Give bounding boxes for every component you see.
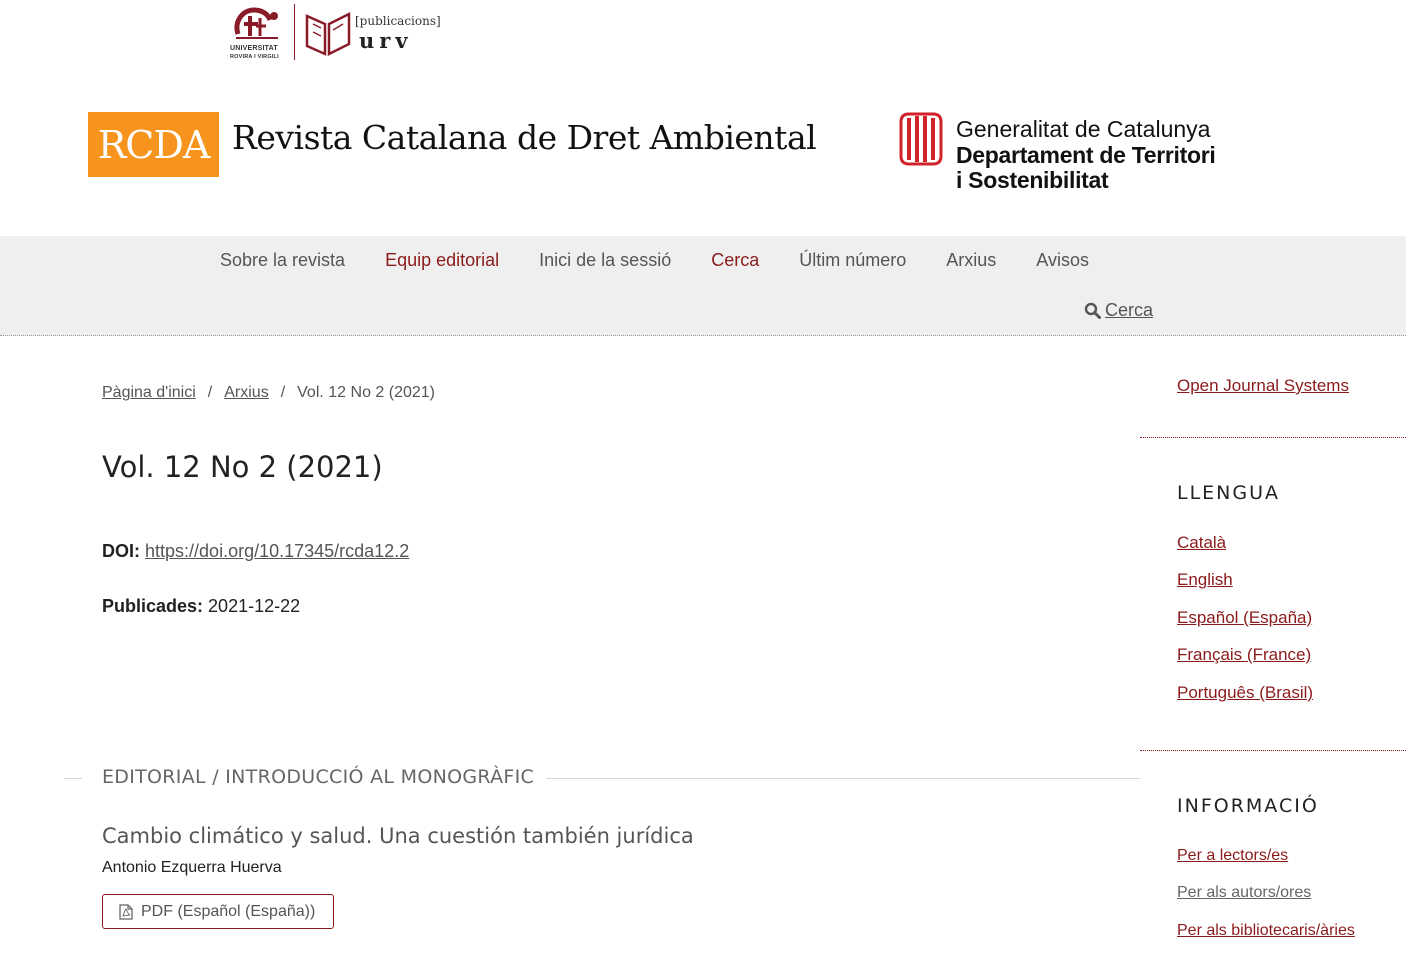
pdf-button[interactable]: PDF (Español (España)) bbox=[102, 894, 334, 929]
rcda-logo[interactable]: RCDA bbox=[88, 112, 219, 177]
section-title: EDITORIAL / INTRODUCCIÓ AL MONOGRÀFIC bbox=[102, 766, 535, 788]
info-link-librarians[interactable]: Per als bibliotecaris/àries bbox=[1177, 922, 1355, 940]
language-link-english[interactable]: English bbox=[1177, 570, 1233, 590]
urv-university-logo[interactable]: UNIVERSITAT ROVIRA I VIRGILI bbox=[228, 4, 290, 64]
gencat-line-1: Generalitat de Catalunya bbox=[956, 116, 1211, 142]
urv-text: urv bbox=[359, 28, 413, 53]
doi-label: DOI: bbox=[102, 541, 140, 561]
open-book-icon bbox=[305, 11, 351, 56]
info-heading: INFORMACIÓ bbox=[1177, 795, 1319, 817]
article-title[interactable]: Cambio climático y salud. Una cuestión t… bbox=[102, 824, 694, 848]
published-label: Publicades: bbox=[102, 596, 204, 616]
language-link-portugues[interactable]: Português (Brasil) bbox=[1177, 683, 1313, 703]
gencat-line-2: Departament de Territori bbox=[956, 142, 1216, 168]
pdf-file-icon bbox=[119, 903, 133, 920]
breadcrumb-current: Vol. 12 No 2 (2021) bbox=[297, 384, 436, 401]
published-value: 2021-12-22 bbox=[208, 596, 301, 616]
sidebar-divider bbox=[1140, 750, 1406, 751]
language-heading: LLENGUA bbox=[1177, 482, 1281, 504]
gencat-logo[interactable]: Generalitat de Catalunya Departament de … bbox=[899, 112, 1259, 193]
urv-text-2: ROVIRA I VIRGILI bbox=[230, 54, 279, 60]
info-link-readers[interactable]: Per a lectors/es bbox=[1177, 847, 1288, 865]
urv-emblem-icon bbox=[234, 7, 278, 39]
breadcrumb: Pàgina d'inici / Arxius / Vol. 12 No 2 (2021… bbox=[102, 384, 435, 402]
search-link[interactable]: Cerca bbox=[1084, 300, 1153, 321]
search-icon bbox=[1084, 302, 1101, 319]
urv-publications-logo[interactable]: [publicacions] urv bbox=[303, 4, 453, 64]
nav-items: Sobre la revista Equip editorial Inici d… bbox=[220, 250, 1089, 271]
nav-item-search[interactable]: Cerca bbox=[711, 250, 759, 271]
language-link-francais[interactable]: Français (France) bbox=[1177, 645, 1311, 665]
urv-text-1: UNIVERSITAT bbox=[230, 45, 278, 52]
doi: DOI: https://doi.org/10.17345/rcda12.2 bbox=[102, 541, 409, 562]
urv-logos: UNIVERSITAT ROVIRA I VIRGILI [publicacio… bbox=[228, 4, 453, 64]
logo-separator bbox=[294, 4, 295, 60]
main-navigation: Sobre la revista Equip editorial Inici d… bbox=[0, 236, 1406, 336]
doi-link[interactable]: https://doi.org/10.17345/rcda12.2 bbox=[145, 541, 409, 561]
breadcrumb-home[interactable]: Pàgina d'inici bbox=[102, 384, 196, 401]
publications-text: [publicacions] bbox=[355, 14, 441, 28]
gencat-flag-icon bbox=[899, 112, 943, 166]
page-title: Vol. 12 No 2 (2021) bbox=[102, 450, 383, 484]
breadcrumb-separator: / bbox=[280, 384, 286, 401]
nav-item-announcements[interactable]: Avisos bbox=[1036, 250, 1089, 271]
section-divider-right bbox=[546, 778, 1140, 779]
published-date: Publicades: 2021-12-22 bbox=[102, 596, 300, 617]
article-author: Antonio Ezquerra Huerva bbox=[102, 859, 282, 876]
info-link-authors[interactable]: Per als autors/ores bbox=[1177, 884, 1311, 902]
nav-item-current-issue[interactable]: Últim número bbox=[799, 250, 906, 271]
pdf-button-label: PDF (Español (España)) bbox=[141, 902, 316, 920]
sidebar-divider bbox=[1140, 437, 1406, 438]
nav-item-archives[interactable]: Arxius bbox=[946, 250, 996, 271]
nav-item-login[interactable]: Inici de la sessió bbox=[539, 250, 671, 271]
ojs-link[interactable]: Open Journal Systems bbox=[1177, 376, 1349, 396]
nav-item-editorial-team[interactable]: Equip editorial bbox=[385, 250, 499, 271]
section-divider-left bbox=[64, 778, 82, 779]
gencat-line-3: i Sostenibilitat bbox=[956, 167, 1109, 193]
nav-item-about[interactable]: Sobre la revista bbox=[220, 250, 345, 271]
journal-name[interactable]: Revista Catalana de Dret Ambiental bbox=[232, 118, 817, 157]
language-link-catala[interactable]: Català bbox=[1177, 533, 1226, 553]
breadcrumb-separator: / bbox=[207, 384, 213, 401]
search-link-label: Cerca bbox=[1105, 300, 1154, 320]
language-link-espanol[interactable]: Español (España) bbox=[1177, 608, 1312, 628]
breadcrumb-archives[interactable]: Arxius bbox=[224, 384, 268, 401]
